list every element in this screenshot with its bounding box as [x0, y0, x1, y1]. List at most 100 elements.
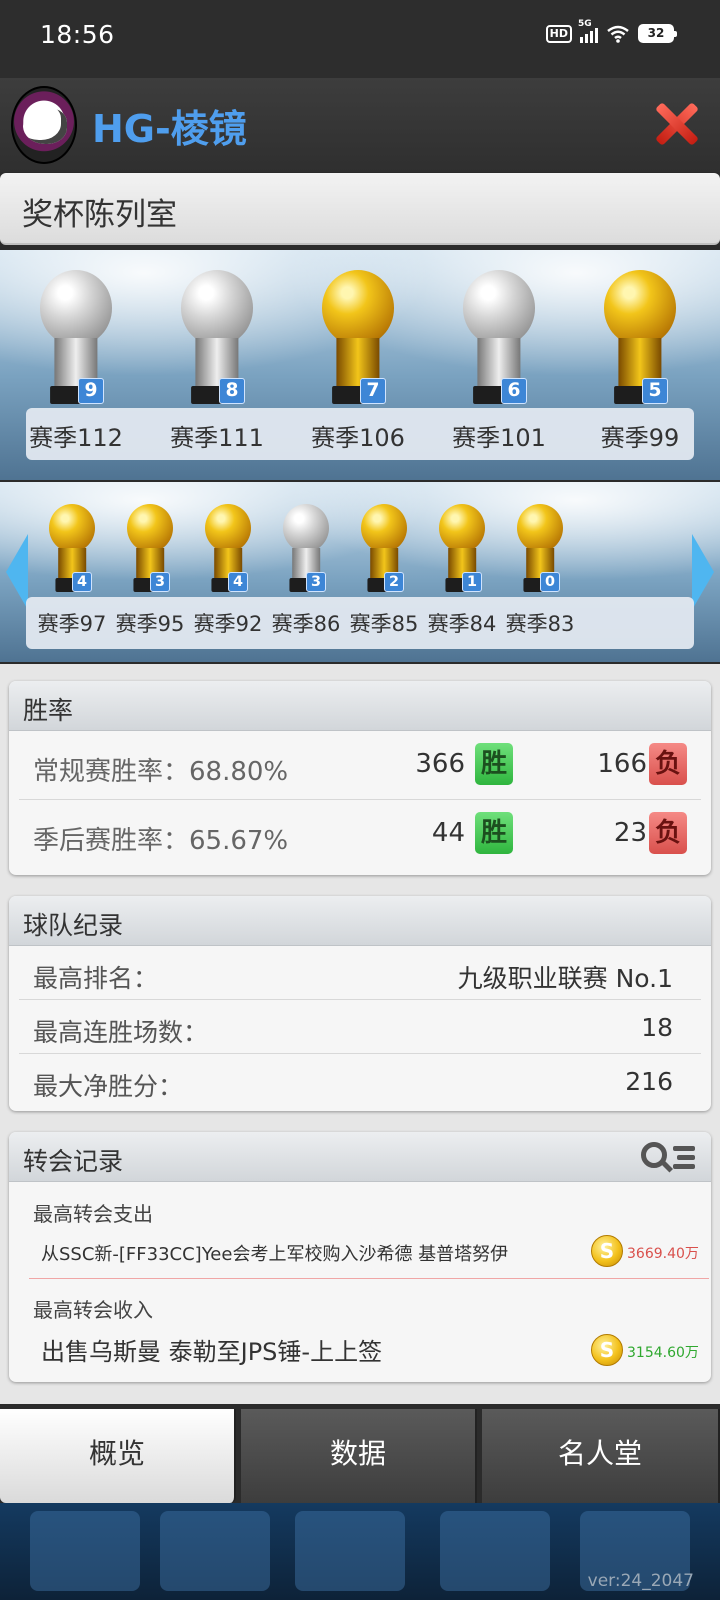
gold-cup-icon	[604, 270, 676, 346]
gold-cup-icon	[517, 504, 563, 553]
trophy-count-badge: 4	[228, 571, 248, 592]
trophy[interactable]: 9	[31, 270, 121, 410]
spend-description: 从SSC新-[FF33CC]Yee会考上军校购入沙希德 基普塔努伊	[41, 1244, 509, 1265]
team-record-title: 球队纪录	[23, 911, 124, 940]
season-label: 赛季86	[271, 612, 341, 636]
record-label: 最高连胜场数：	[33, 1018, 209, 1047]
trophy[interactable]: 2	[356, 504, 412, 594]
trophy-count-badge: 0	[540, 571, 560, 592]
tab-bar: 概览 数据 名人堂	[0, 1409, 720, 1503]
season-label: 赛季101	[452, 424, 546, 452]
silver-cup-icon	[181, 270, 253, 346]
gold-cup-icon	[205, 504, 251, 553]
nav-item	[295, 1511, 405, 1591]
gold-cup-icon	[49, 504, 95, 553]
tab-overview[interactable]: 概览	[0, 1409, 236, 1503]
playoff-label: 季后赛胜率：65.67%	[33, 826, 289, 856]
trophy[interactable]: 0	[512, 504, 568, 594]
playoff-losses: 23	[613, 818, 647, 848]
income-amount: 3154.60万	[627, 1345, 699, 1361]
trophy[interactable]: 3	[278, 504, 334, 594]
record-row: 最高排名： 九级职业联赛 No.1	[19, 946, 701, 1000]
trophy[interactable]: 4	[200, 504, 256, 594]
gold-cup-icon	[127, 504, 173, 553]
team-record-header: 球队纪录	[9, 896, 711, 946]
version-label: ver:24_2047	[587, 1571, 694, 1591]
transfer-record-title: 转会记录	[23, 1147, 124, 1176]
trophy[interactable]: 3	[122, 504, 178, 594]
regular-season-label: 常规赛胜率：68.80%	[33, 757, 289, 787]
top-bar: HG-棱镜	[0, 78, 720, 172]
playoff-wins: 44	[431, 818, 465, 848]
season-label: 赛季111	[170, 424, 264, 452]
silver-cup-icon	[283, 504, 329, 553]
status-time: 18:56	[40, 20, 115, 49]
team-logo	[11, 86, 77, 164]
status-icons: HD 5G 32	[545, 19, 677, 43]
nav-item	[160, 1511, 270, 1591]
trophy[interactable]: 4	[44, 504, 100, 594]
trophy-count-badge: 3	[150, 571, 170, 592]
trophy-count-badge: 2	[384, 571, 404, 592]
trophy-count-badge: 1	[462, 571, 482, 592]
loss-badge: 负	[649, 812, 687, 854]
win-badge: 胜	[475, 812, 513, 854]
tab-stats[interactable]: 数据	[241, 1409, 477, 1503]
season-label: 赛季85	[349, 612, 419, 636]
income-description: 出售乌斯曼 泰勒至JPS锤-上上签	[41, 1338, 383, 1366]
gold-cup-icon	[439, 504, 485, 553]
trophy-room-header: 奖杯陈列室	[0, 173, 720, 245]
record-row: 最高连胜场数： 18	[19, 1000, 701, 1054]
coin-icon: S	[591, 1334, 623, 1366]
record-row: 最大净胜分： 216	[19, 1054, 701, 1108]
trophy-room-title: 奖杯陈列室	[22, 197, 177, 233]
trophy[interactable]: 5	[595, 270, 685, 410]
trophy-count-badge: 8	[219, 378, 245, 405]
gold-cup-icon	[322, 270, 394, 346]
next-arrow-icon[interactable]	[692, 534, 714, 610]
income-caption: 最高转会收入	[33, 1298, 153, 1322]
loss-badge: 负	[649, 743, 687, 785]
spend-caption: 最高转会支出	[33, 1202, 153, 1226]
trophy[interactable]: 7	[313, 270, 403, 410]
silver-cup-icon	[463, 270, 535, 346]
trophy-count-badge: 5	[642, 378, 668, 405]
trophy[interactable]: 8	[172, 270, 262, 410]
win-rate-card: 胜率 常规赛胜率：68.80% 366 胜 166 负 季后赛胜率：65.67%…	[9, 681, 711, 875]
battery-icon: 32	[638, 24, 677, 43]
transfer-record-header: 转会记录	[9, 1132, 711, 1182]
tab-hall-of-fame[interactable]: 名人堂	[482, 1409, 720, 1503]
transfer-record-card: 转会记录 最高转会支出 从SSC新-[FF33CC]Yee会考上军校购入沙希德 …	[9, 1132, 711, 1382]
season-label: 赛季83	[505, 612, 575, 636]
coin-icon: S	[591, 1235, 623, 1267]
record-value: 216	[625, 1067, 673, 1096]
trophy-count-badge: 6	[501, 378, 527, 405]
nav-item	[440, 1511, 550, 1591]
trophy-row-2: 4 赛季97 3 赛季95 4 赛季92 3 赛季86 2 赛季85 1 赛季84 0 赛季83	[0, 482, 720, 662]
bottom-nav-background: ver:24_2047	[0, 1503, 720, 1600]
close-button[interactable]	[652, 100, 700, 148]
trophy-count-badge: 4	[72, 571, 92, 592]
signal-icon: 5G	[578, 19, 598, 43]
network-type: 5G	[578, 18, 592, 29]
season-label: 赛季92	[193, 612, 263, 636]
trophy-count-badge: 7	[360, 378, 386, 405]
record-label: 最高排名：	[33, 964, 159, 993]
playoff-row: 季后赛胜率：65.67% 44 胜 23 负	[19, 800, 701, 869]
team-record-card: 球队纪录 最高排名： 九级职业联赛 No.1 最高连胜场数： 18 最大净胜分：…	[9, 896, 711, 1111]
season-label: 赛季112	[29, 424, 123, 452]
trophy[interactable]: 1	[434, 504, 490, 594]
season-label: 赛季99	[600, 424, 680, 452]
team-name: HG-棱镜	[92, 107, 247, 151]
silver-cup-icon	[40, 270, 112, 346]
record-value: 18	[641, 1013, 673, 1042]
win-rate-header: 胜率	[9, 681, 711, 731]
win-badge: 胜	[475, 743, 513, 785]
divider	[29, 1278, 709, 1279]
status-bar: 18:56 HD 5G 32	[0, 0, 720, 78]
trophy[interactable]: 6	[454, 270, 544, 410]
search-list-icon[interactable]	[641, 1140, 695, 1176]
prev-arrow-icon[interactable]	[6, 534, 28, 610]
spend-amount: 3669.40万	[627, 1246, 699, 1262]
season-label: 赛季84	[427, 612, 497, 636]
